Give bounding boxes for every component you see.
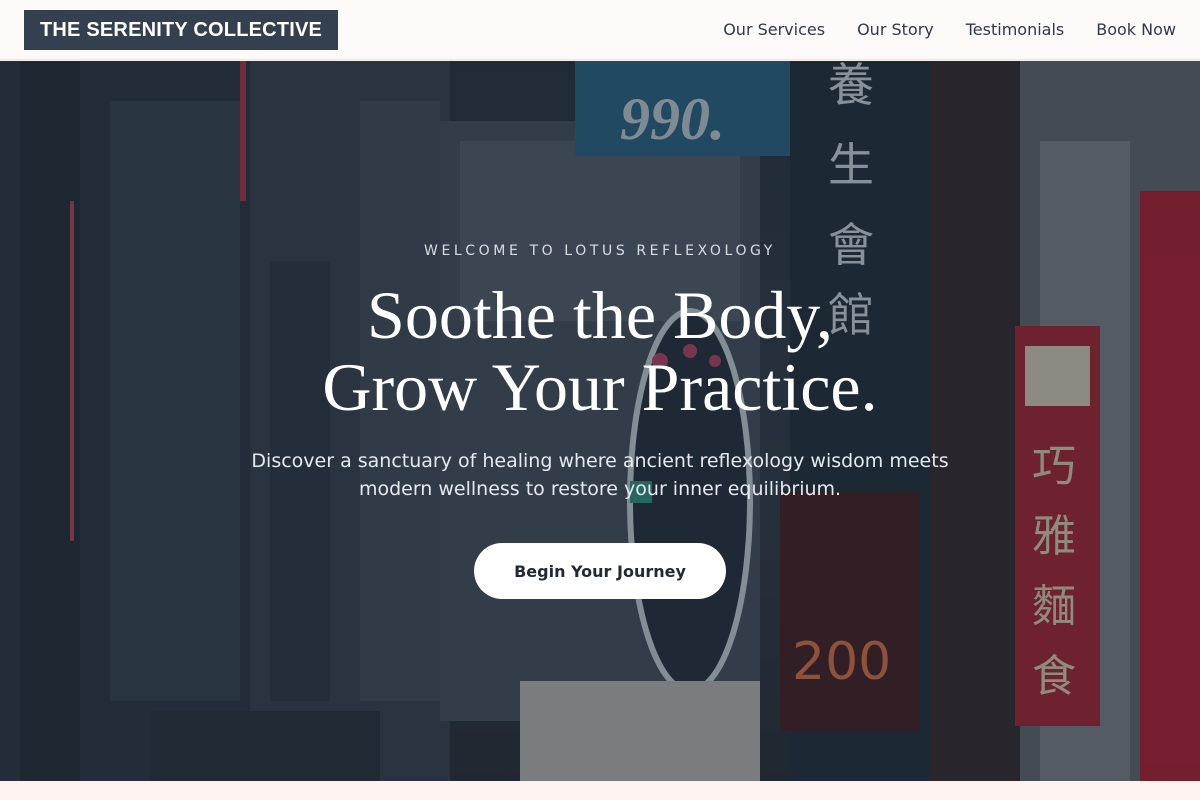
hero-headline-line-2: Grow Your Practice. xyxy=(322,349,878,425)
hero-section: 990. 養 生 會 館 200 巧 雅 麵 食 WELCOME TO LOTU… xyxy=(0,61,1200,781)
site-header: THE SERENITY COLLECTIVE Our Services Our… xyxy=(0,0,1200,60)
main-nav: Our Services Our Story Testimonials Book… xyxy=(723,20,1176,39)
hero-headline-line-1: Soothe the Body, xyxy=(367,277,833,353)
hero-content: WELCOME TO LOTUS REFLEXOLOGY Soothe the … xyxy=(0,61,1200,781)
nav-link-testimonials[interactable]: Testimonials xyxy=(966,20,1065,39)
brand-logo[interactable]: THE SERENITY COLLECTIVE xyxy=(24,9,339,50)
hero-headline: Soothe the Body, Grow Your Practice. xyxy=(0,279,1200,423)
nav-link-our-story[interactable]: Our Story xyxy=(857,20,934,39)
begin-journey-button[interactable]: Begin Your Journey xyxy=(474,543,726,599)
nav-link-book-now[interactable]: Book Now xyxy=(1096,20,1176,39)
hero-subtext: Discover a sanctuary of healing where an… xyxy=(251,450,949,500)
hero-eyebrow: WELCOME TO LOTUS REFLEXOLOGY xyxy=(424,243,776,259)
nav-link-our-services[interactable]: Our Services xyxy=(723,20,825,39)
next-section-edge xyxy=(0,781,1200,800)
